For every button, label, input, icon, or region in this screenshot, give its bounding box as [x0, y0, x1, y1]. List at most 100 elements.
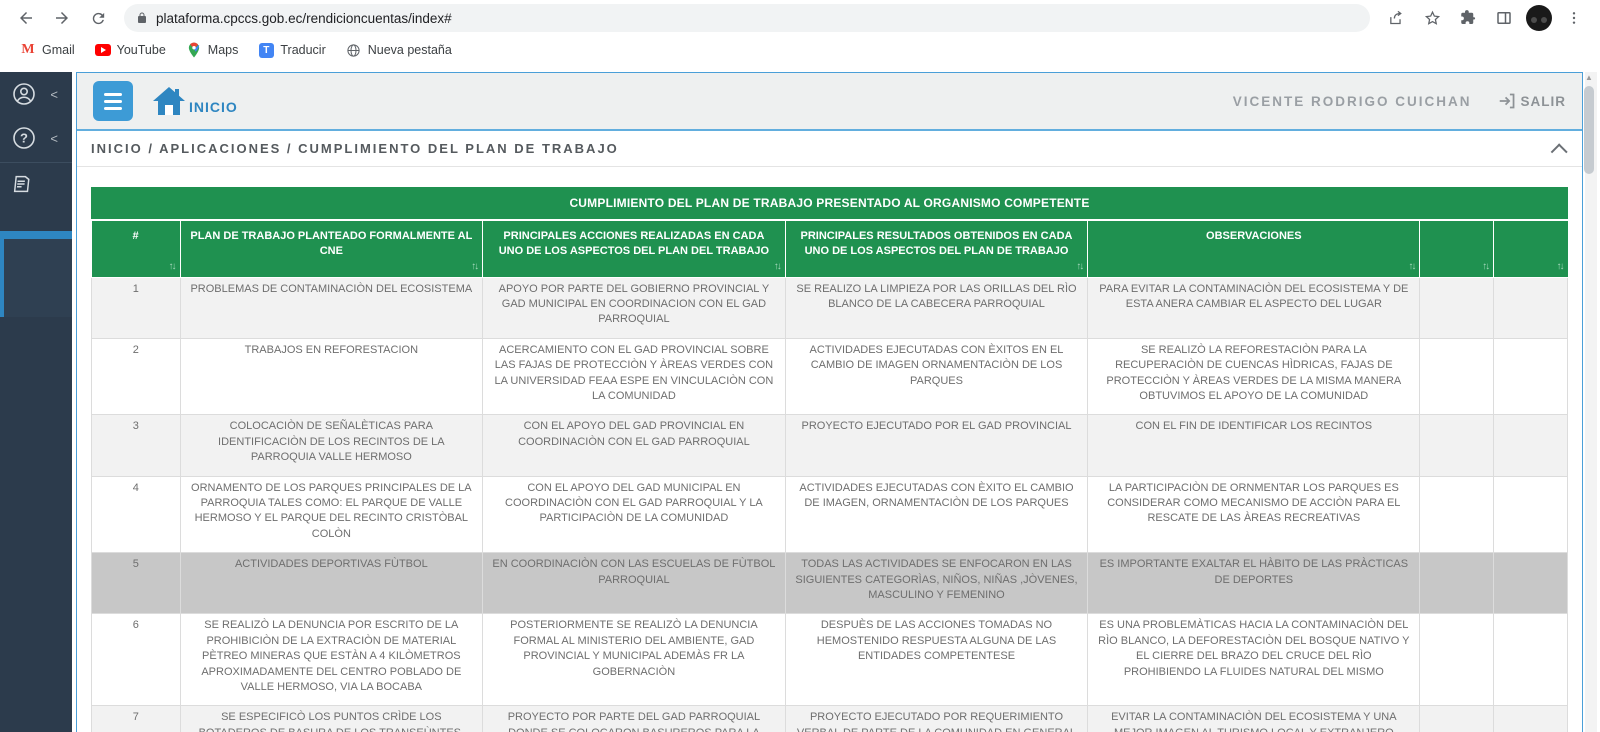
col-header-observaciones[interactable]: OBSERVACIONES↑↓	[1088, 221, 1420, 277]
sidebar-item-help[interactable]: ? <	[0, 116, 72, 160]
scrollbar-thumb[interactable]	[1584, 86, 1594, 174]
sort-icon[interactable]: ↑↓	[169, 260, 175, 274]
sort-icon[interactable]: ↑↓	[1557, 260, 1563, 274]
browser-nav-bar: plataforma.cpccs.gob.ec/rendicioncuentas…	[0, 0, 1600, 36]
bookmark-gmail[interactable]: M Gmail	[20, 42, 75, 58]
bookmark-traducir[interactable]: T Traducir	[258, 42, 325, 58]
cell-extra-2	[1494, 476, 1568, 553]
bookmark-maps[interactable]: Maps	[186, 42, 239, 58]
globe-icon	[346, 42, 362, 58]
bookmark-youtube[interactable]: YouTube	[95, 42, 166, 58]
logout-button[interactable]: SALIR	[1498, 93, 1567, 109]
sort-icon[interactable]: ↑↓	[1408, 260, 1414, 274]
cell-num: 4	[92, 476, 181, 553]
chevron-left-icon: <	[50, 87, 58, 102]
table-row[interactable]: 7 SE ESPECIFICÒ LOS PUNTOS CRÌDE LOS BOT…	[92, 706, 1568, 732]
col-header-extra-1[interactable]: ↑↓	[1420, 221, 1494, 277]
cell-observaciones: PARA EVITAR LA CONTAMINACIÒN DEL ECOSIST…	[1088, 277, 1420, 338]
table-row[interactable]: 3 COLOCACIÒN DE SEÑALÈTICAS PARA IDENTIF…	[92, 415, 1568, 476]
cell-acciones: EN COORDINACIÒN CON LAS ESCUELAS DE FÙTB…	[483, 553, 786, 614]
col-header-num[interactable]: #↑↓	[92, 221, 181, 277]
breadcrumb: INICIO / APLICACIONES / CUMPLIMIENTO DEL…	[91, 141, 619, 156]
cell-plan: SE REALIZÒ LA DENUNCIA POR ESCRITO DE LA…	[180, 614, 483, 706]
maps-icon	[186, 42, 202, 58]
cell-extra-2	[1494, 338, 1568, 415]
refresh-icon[interactable]	[84, 4, 112, 32]
user-icon	[12, 82, 36, 106]
book-icon	[12, 173, 34, 195]
chrome-menu-icon[interactable]	[1560, 4, 1588, 32]
sort-icon[interactable]: ↑↓	[1482, 260, 1488, 274]
cell-num: 1	[92, 277, 181, 338]
sidebar-item-profile[interactable]: <	[0, 72, 72, 116]
cell-observaciones: LA PARTICIPACIÒN DE ORNMENTAR LOS PARQUE…	[1088, 476, 1420, 553]
cell-plan: ORNAMENTO DE LOS PARQUES PRINCIPALES DE …	[180, 476, 483, 553]
page-gap	[0, 64, 1600, 72]
sort-icon[interactable]: ↑↓	[1076, 260, 1082, 274]
cell-num: 6	[92, 614, 181, 706]
profile-avatar[interactable]	[1526, 5, 1552, 31]
address-bar[interactable]: plataforma.cpccs.gob.ec/rendicioncuentas…	[124, 4, 1370, 32]
cell-resultados: ACTIVIDADES EJECUTADAS CON ÈXITO EL CAMB…	[785, 476, 1088, 553]
cell-plan: ACTIVIDADES DEPORTIVAS FÙTBOL	[180, 553, 483, 614]
col-header-resultados[interactable]: PRINCIPALES RESULTADOS OBTENIDOS EN CADA…	[785, 221, 1088, 277]
scrollbar-up-arrow[interactable]: ▲	[1585, 74, 1593, 82]
cell-observaciones: ES IMPORTANTE EXALTAR EL HÀBITO DE LAS P…	[1088, 553, 1420, 614]
sidebar-item-manual[interactable]	[0, 163, 72, 209]
table-body: 1 PROBLEMAS DE CONTAMINACIÒN DEL ECOSIST…	[92, 277, 1568, 732]
home-link[interactable]: INICIO	[151, 85, 238, 117]
table-row[interactable]: 1 PROBLEMAS DE CONTAMINACIÒN DEL ECOSIST…	[92, 277, 1568, 338]
bookmark-nueva-pestana[interactable]: Nueva pestaña	[346, 42, 452, 58]
sidebar-accent-bar	[0, 231, 72, 239]
cell-resultados: PROYECTO EJECUTADO POR EL GAD PROVINCIAL	[785, 415, 1088, 476]
cell-extra-2	[1494, 277, 1568, 338]
extensions-icon[interactable]	[1454, 4, 1482, 32]
url-text[interactable]: plataforma.cpccs.gob.ec/rendicioncuentas…	[156, 11, 452, 26]
app-header: INICIO VICENTE RODRIGO CUICHAN SALIR	[77, 73, 1582, 131]
gmail-icon: M	[20, 42, 36, 58]
cell-num: 5	[92, 553, 181, 614]
col-header-plan[interactable]: PLAN DE TRABAJO PLANTEADO FORMALMENTE AL…	[180, 221, 483, 277]
cell-extra-1	[1420, 277, 1494, 338]
col-header-acciones[interactable]: PRINCIPALES ACCIONES REALIZADAS EN CADA …	[483, 221, 786, 277]
share-icon[interactable]	[1382, 4, 1410, 32]
table-row[interactable]: 2 TRABAJOS EN REFORESTACION ACERCAMIENTO…	[92, 338, 1568, 415]
breadcrumb-row: INICIO / APLICACIONES / CUMPLIMIENTO DEL…	[77, 131, 1582, 167]
col-header-extra-2[interactable]: ↑↓	[1494, 221, 1568, 277]
cell-resultados: SE REALIZO LA LIMPIEZA POR LAS ORILLAS D…	[785, 277, 1088, 338]
cell-extra-2	[1494, 415, 1568, 476]
collapse-panel-icon[interactable]	[1551, 143, 1568, 160]
back-icon[interactable]	[12, 4, 40, 32]
table-row[interactable]: 6 SE REALIZÒ LA DENUNCIA POR ESCRITO DE …	[92, 614, 1568, 706]
cell-extra-1	[1420, 338, 1494, 415]
home-icon	[151, 85, 187, 117]
cell-extra-2	[1494, 614, 1568, 706]
table-header-row: #↑↓ PLAN DE TRABAJO PLANTEADO FORMALMENT…	[92, 221, 1568, 277]
bookmark-star-icon[interactable]	[1418, 4, 1446, 32]
sort-icon[interactable]: ↑↓	[471, 260, 477, 274]
translate-icon: T	[258, 42, 274, 58]
cell-acciones: ACERCAMIENTO CON EL GAD PROVINCIAL SOBRE…	[483, 338, 786, 415]
cell-extra-1	[1420, 476, 1494, 553]
cell-acciones: PROYECTO POR PARTE DEL GAD PARROQUIAL DO…	[483, 706, 786, 732]
cell-plan: PROBLEMAS DE CONTAMINACIÒN DEL ECOSISTEM…	[180, 277, 483, 338]
table-row[interactable]: 5 ACTIVIDADES DEPORTIVAS FÙTBOL EN COORD…	[92, 553, 1568, 614]
cell-plan: SE ESPECIFICÒ LOS PUNTOS CRÌDE LOS BOTAD…	[180, 706, 483, 732]
cell-plan: COLOCACIÒN DE SEÑALÈTICAS PARA IDENTIFIC…	[180, 415, 483, 476]
sidebar-active-section	[0, 239, 72, 317]
table-row[interactable]: 4 ORNAMENTO DE LOS PARQUES PRINCIPALES D…	[92, 476, 1568, 553]
cell-extra-1	[1420, 415, 1494, 476]
help-icon: ?	[12, 126, 36, 150]
page-scrollbar[interactable]: ▲	[1583, 72, 1600, 732]
sort-icon[interactable]: ↑↓	[774, 260, 780, 274]
cell-resultados: PROYECTO EJECUTADO POR REQUERIMIENTO VER…	[785, 706, 1088, 732]
content-area: CUMPLIMIENTO DEL PLAN DE TRABAJO PRESENT…	[77, 167, 1582, 732]
cell-observaciones: ES UNA PROBLEMÀTICAS HACIA LA CONTAMINAC…	[1088, 614, 1420, 706]
side-panel-icon[interactable]	[1490, 4, 1518, 32]
cell-num: 2	[92, 338, 181, 415]
svg-text:?: ?	[20, 131, 28, 146]
forward-icon[interactable]	[48, 4, 76, 32]
user-name: VICENTE RODRIGO CUICHAN	[1233, 94, 1472, 109]
menu-toggle-button[interactable]	[93, 81, 133, 121]
youtube-icon	[95, 42, 111, 58]
